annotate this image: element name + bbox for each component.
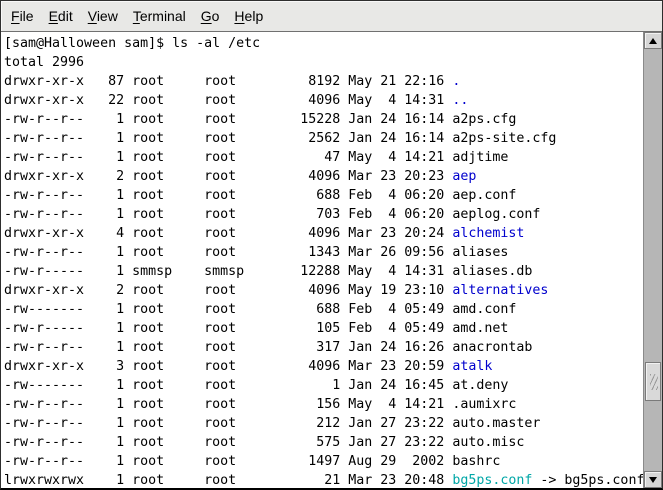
terminal-line: -rw-r--r-- 1 root root 575 Jan 27 23:22 … (4, 433, 643, 452)
terminal-line: -rw-r--r-- 1 root root 1343 Mar 26 09:56… (4, 243, 643, 262)
menu-item-label: G (201, 8, 212, 24)
terminal-line: -rw-r--r-- 1 root root 1497 Aug 29 2002 … (4, 452, 643, 471)
menu-item-label: V (88, 8, 97, 24)
menu-item-edit[interactable]: Edit (46, 6, 76, 26)
terminal-line: lrwxrwxrwx 1 root root 21 Mar 23 20:48 b… (4, 471, 643, 488)
file-name: aliases.db (452, 264, 532, 279)
file-name: anacrontab (452, 340, 532, 355)
terminal-window: File Edit View Terminal Go Help [sam@Hallowee… (0, 0, 663, 490)
directory-name: alternatives (452, 283, 548, 298)
file-name: amd.net (452, 321, 508, 336)
menu-item-label: E (49, 8, 58, 24)
scrollbar[interactable] (643, 32, 662, 488)
terminal-line: -rw-r--r-- 1 root root 2562 Jan 24 16:14… (4, 129, 643, 148)
menu-item-terminal[interactable]: Terminal (130, 6, 189, 26)
terminal-line: -rw-r--r-- 1 root root 212 Jan 27 23:22 … (4, 414, 643, 433)
terminal-line: drwxr-xr-x 4 root root 4096 Mar 23 20:24… (4, 224, 643, 243)
terminal-line: -rw-r----- 1 smmsp smmsp 12288 May 4 14:… (4, 262, 643, 281)
scrollbar-thumb[interactable] (645, 362, 661, 401)
up-arrow-icon (649, 38, 657, 44)
file-name: at.deny (452, 378, 508, 393)
terminal-line: -rw-r--r-- 1 root root 156 May 4 14:21 .… (4, 395, 643, 414)
menu-item-file[interactable]: File (8, 6, 37, 26)
menu-item-label: H (234, 8, 244, 24)
directory-name: .. (452, 93, 468, 108)
terminal-line: drwxr-xr-x 2 root root 4096 Mar 23 20:23… (4, 167, 643, 186)
terminal-content: [sam@Halloween sam]$ ls -al /etctotal 29… (1, 32, 662, 488)
terminal-line: -rw-r--r-- 1 root root 688 Feb 4 06:20 a… (4, 186, 643, 205)
file-name: auto.misc (452, 435, 524, 450)
terminal-line: -rw-r--r-- 1 root root 703 Feb 4 06:20 a… (4, 205, 643, 224)
menu-bar: File Edit View Terminal Go Help (1, 1, 662, 32)
terminal-line: total 2996 (4, 53, 643, 72)
down-arrow-icon (649, 477, 657, 483)
terminal-line: -rw------- 1 root root 1 Jan 24 16:45 at… (4, 376, 643, 395)
file-name: aep.conf (452, 188, 516, 203)
scroll-up-button[interactable] (644, 32, 662, 49)
terminal-line: drwxr-xr-x 2 root root 4096 May 19 23:10… (4, 281, 643, 300)
menu-item-go[interactable]: Go (198, 6, 223, 26)
terminal-line: drwxr-xr-x 22 root root 4096 May 4 14:31… (4, 91, 643, 110)
terminal-line: [sam@Halloween sam]$ ls -al /etc (4, 34, 643, 53)
file-name: amd.conf (452, 302, 516, 317)
scroll-down-button[interactable] (644, 471, 662, 488)
directory-name: alchemist (452, 226, 524, 241)
file-name: a2ps.cfg (452, 112, 516, 127)
file-name: adjtime (452, 150, 508, 165)
file-name: aeplog.conf (452, 207, 540, 222)
terminal-line: -rw------- 1 root root 688 Feb 4 05:49 a… (4, 300, 643, 319)
directory-name: atalk (452, 359, 492, 374)
file-name: bashrc (452, 454, 500, 469)
terminal-line: drwxr-xr-x 3 root root 4096 Mar 23 20:59… (4, 357, 643, 376)
menu-item-help[interactable]: Help (231, 6, 266, 26)
directory-name: aep (452, 169, 476, 184)
file-name: aliases (452, 245, 508, 260)
file-name: .aumixrc (452, 397, 516, 412)
file-name: a2ps-site.cfg (452, 131, 556, 146)
menu-item-label: T (133, 8, 140, 24)
terminal-line: -rw-r--r-- 1 root root 47 May 4 14:21 ad… (4, 148, 643, 167)
menu-item-view[interactable]: View (85, 6, 121, 26)
directory-name: . (452, 74, 460, 89)
file-name: auto.master (452, 416, 540, 431)
terminal-line: -rw-r--r-- 1 root root 15228 Jan 24 16:1… (4, 110, 643, 129)
terminal-line: -rw-r--r-- 1 root root 317 Jan 24 16:26 … (4, 338, 643, 357)
terminal-line: -rw-r----- 1 root root 105 Feb 4 05:49 a… (4, 319, 643, 338)
symlink-name: bg5ps.conf (452, 473, 532, 488)
terminal-output[interactable]: [sam@Halloween sam]$ ls -al /etctotal 29… (1, 32, 643, 488)
menu-item-label: F (11, 8, 20, 24)
terminal-line: drwxr-xr-x 87 root root 8192 May 21 22:1… (4, 72, 643, 91)
